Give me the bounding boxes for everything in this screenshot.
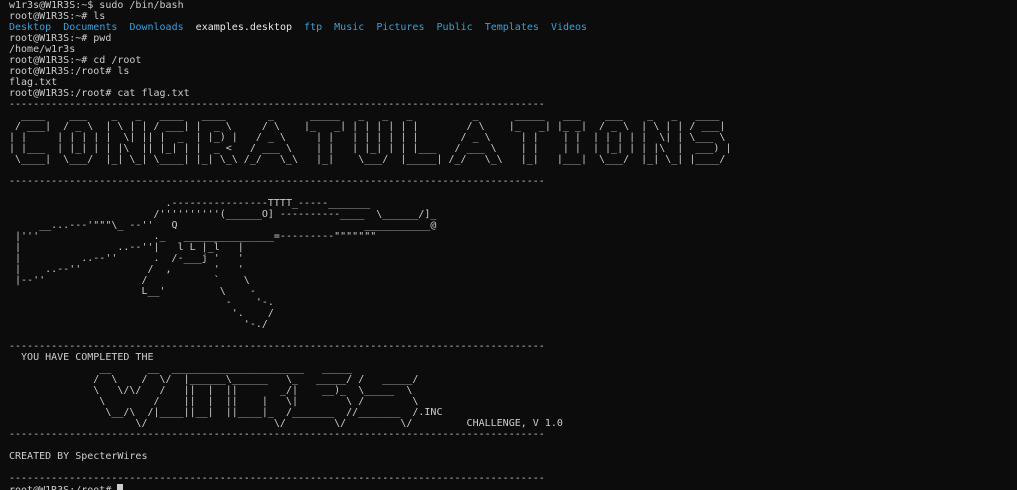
- directory-entry: Videos: [550, 22, 588, 33]
- directory-entry: Templates: [484, 22, 539, 33]
- flag-art-line: | |___ | |_| | | |\ || |_| | | _ < / ___…: [9, 143, 732, 154]
- flag-art-line: \____| \___/ |_| \_| \____| |_| \_\ /_/ …: [9, 154, 732, 165]
- directory-entry: Desktop: [9, 22, 52, 33]
- flag-art-line: |''' ._ _______________=---------""""""": [9, 231, 377, 242]
- flag-art-line: | ..--'' / , ' ': [9, 264, 244, 275]
- terminal-line: root@W1R3S:/root# cat flag.txt: [9, 88, 190, 99]
- flag-art-line: YOU HAVE COMPLETED THE: [9, 352, 154, 363]
- flag-art-line: \__/\ /|____||__| ||____|_ /_______ //__…: [9, 407, 443, 418]
- terminal-line: w1r3s@W1R3S:~$ sudo /bin/bash: [9, 0, 184, 11]
- flag-art-line: '-./: [9, 319, 268, 330]
- flag-art-line: __...---'"""\_ --'' Q ___________@: [9, 220, 437, 231]
- flag-art-line: ----------------------------------------…: [9, 176, 545, 187]
- terminal-window[interactable]: w1r3s@W1R3S:~$ sudo /bin/bash root@W1R3S:…: [0, 0, 1017, 490]
- file-entry: examples.desktop: [195, 22, 292, 33]
- flag-art-line: ____ ___ _ _ ____ ____ _ _____ _ _ _ _ _…: [9, 110, 732, 121]
- directory-entry: ftp: [304, 22, 323, 33]
- directory-entry: Music: [334, 22, 365, 33]
- flag-art-line: / \ / \/ |______\______ \_ _____/ / ____…: [9, 374, 419, 385]
- flag-art-line: ----------------------------------------…: [9, 341, 545, 352]
- directory-entry: Pictures: [376, 22, 425, 33]
- terminal-line: /home/w1r3s: [9, 44, 76, 55]
- flag-art-line: /''''''''''(______O] ----------____ \___…: [9, 209, 437, 220]
- flag-art-line: \/ \/ \/ \/ CHALLENGE, V 1.0: [9, 418, 563, 429]
- directory-entry: Downloads: [129, 22, 184, 33]
- flag-art-line: | ..--'' . /-___j ' ': [9, 253, 244, 264]
- flag-art-line: | | | | | | | \| || | _ | |_) | / _ \ | …: [9, 132, 732, 143]
- directory-entry: Documents: [63, 22, 118, 33]
- flag-art-line: - '-.: [9, 297, 274, 308]
- flag-art-line: ----------------------------------------…: [9, 99, 545, 110]
- flag-art-line: \ \/\/ / || | || _/| __)_ \_____ \: [9, 385, 413, 396]
- flag-art-line: / ___| / _ \ | \ | | / ___| | _ \ / \ |_…: [9, 121, 732, 132]
- flag-art-line: root@W1R3S:/root#: [9, 484, 124, 490]
- flag-art-line: ----------------------------------------…: [9, 473, 545, 484]
- terminal-line: root@W1R3S:~# cd /root: [9, 55, 142, 66]
- flag-art-line: \ / || | || | \| \ / \: [9, 396, 419, 407]
- terminal-line: root@W1R3S:~# ls: [9, 11, 106, 22]
- flag-art-line: ----------------------------------------…: [9, 429, 545, 440]
- flag-art-line: __ __ ______________________ _____: [9, 363, 353, 374]
- flag-art-line: CREATED BY SpecterWires: [9, 451, 148, 462]
- cursor: [117, 484, 124, 490]
- flag-art-line: '. /: [9, 308, 274, 319]
- flag-art-line: | ..--''| l L |_l |: [9, 242, 244, 253]
- terminal-line: root@W1R3S:~# pwd: [9, 33, 112, 44]
- flag-art-line: |--'' / ` \: [9, 275, 250, 286]
- ls-output: Desktop Documents Downloads examples.des…: [9, 22, 587, 33]
- flag-art-line: L__' \ -: [9, 286, 256, 297]
- flag-art-line: .----------------TTTT_-----_______: [9, 198, 371, 209]
- directory-entry: Public: [436, 22, 473, 33]
- terminal-line: root@W1R3S:/root# ls: [9, 66, 130, 77]
- terminal-line: flag.txt: [9, 77, 58, 88]
